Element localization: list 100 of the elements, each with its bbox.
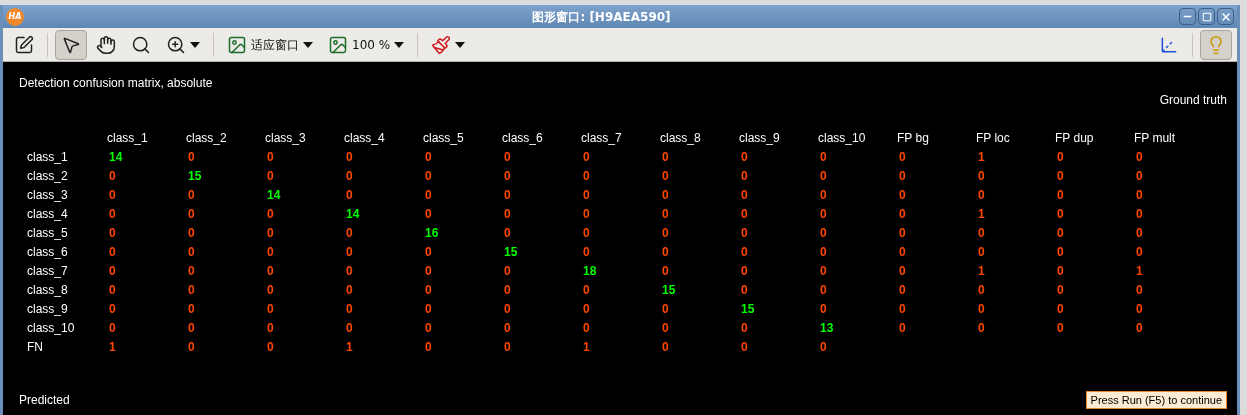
matrix-cell-text: 0 bbox=[661, 244, 669, 261]
matrix-cell-text: 0 bbox=[819, 263, 827, 280]
row-header: class_8 bbox=[27, 282, 68, 299]
matrix-cell-text: 0 bbox=[108, 168, 116, 185]
matrix-cell-text: 0 bbox=[898, 282, 906, 299]
matrix-cell-text: 0 bbox=[187, 244, 195, 261]
matrix-cell-text: 0 bbox=[187, 225, 195, 242]
maximize-button[interactable] bbox=[1198, 8, 1215, 25]
matrix-cell-text: 0 bbox=[187, 149, 195, 166]
matrix-cell-text: 0 bbox=[661, 301, 669, 318]
matrix-cell-text: 0 bbox=[740, 244, 748, 261]
matrix-cell-text: 0 bbox=[187, 320, 195, 337]
matrix-cell-text: 0 bbox=[108, 263, 116, 280]
app-logo: HA bbox=[6, 7, 24, 26]
caret-icon bbox=[303, 41, 313, 48]
matrix-cell-text: 0 bbox=[977, 301, 985, 318]
pen-square-icon bbox=[14, 34, 34, 55]
matrix-cell-text: 0 bbox=[1135, 187, 1143, 204]
matrix-cell-text: 0 bbox=[819, 206, 827, 223]
matrix-cell-text: 0 bbox=[1056, 168, 1064, 185]
matrix-cell-text: 0 bbox=[1056, 149, 1064, 166]
matrix-cell-text: 0 bbox=[898, 187, 906, 204]
caret-icon bbox=[394, 41, 405, 48]
matrix-cell-text: 0 bbox=[345, 301, 353, 318]
matrix-cell-text: 0 bbox=[819, 149, 827, 166]
column-header: FP bg bbox=[897, 130, 929, 147]
matrix-cell-text: 0 bbox=[424, 149, 432, 166]
matrix-cell-text: 0 bbox=[661, 149, 669, 166]
matrix-cell-text: 0 bbox=[1056, 187, 1064, 204]
continue-prompt: Press Run (F5) to continue bbox=[1085, 390, 1227, 409]
row-header: class_1 bbox=[27, 149, 68, 166]
matrix-cell-text: 0 bbox=[1056, 320, 1064, 337]
matrix-cell-text: 0 bbox=[582, 320, 590, 337]
matrix-cell-text: 0 bbox=[898, 244, 906, 261]
matrix-cell-text: 0 bbox=[424, 206, 432, 223]
matrix-cell-text: 0 bbox=[1135, 244, 1143, 261]
matrix-cell-text: 0 bbox=[503, 168, 511, 185]
matrix-cell-text: 0 bbox=[424, 320, 432, 337]
matrix-cell-text: 0 bbox=[661, 225, 669, 242]
matrix-cell-text: 0 bbox=[187, 206, 195, 223]
matrix-cell-text: 0 bbox=[740, 320, 748, 337]
matrix-cell-text: 0 bbox=[424, 187, 432, 204]
matrix-cell-text: 0 bbox=[1056, 225, 1064, 242]
matrix-cell-text: 0 bbox=[582, 301, 590, 318]
matrix-cell-text: 0 bbox=[503, 339, 511, 356]
matrix-cell-text: 0 bbox=[1056, 282, 1064, 299]
matrix-cell-text: 0 bbox=[1056, 206, 1064, 223]
matrix-cell-text: 0 bbox=[740, 168, 748, 185]
matrix-cell-text: 0 bbox=[503, 320, 511, 337]
hand-icon bbox=[96, 34, 116, 55]
matrix-cell-text: 0 bbox=[977, 225, 985, 242]
matrix-cell-text: 14 bbox=[108, 149, 123, 166]
matrix-cell-text: 0 bbox=[582, 187, 590, 204]
toolbar-button[interactable]: 适应窗口 bbox=[221, 29, 319, 60]
matrix-cell-text: 0 bbox=[898, 168, 906, 185]
row-header: class_4 bbox=[27, 206, 68, 223]
matrix-cell-text: 0 bbox=[108, 320, 116, 337]
matrix-cell-text: 0 bbox=[661, 187, 669, 204]
matrix-cell-text: 0 bbox=[898, 263, 906, 280]
matrix-cell-text: 0 bbox=[661, 339, 669, 356]
matrix-cell-text: 0 bbox=[898, 301, 906, 318]
row-header: class_3 bbox=[27, 187, 68, 204]
row-header: class_5 bbox=[27, 225, 68, 242]
matrix-cell-text: 0 bbox=[1135, 301, 1143, 318]
matrix-cell-text: 0 bbox=[1135, 168, 1143, 185]
matrix-cell-text: 0 bbox=[187, 282, 195, 299]
matrix-cell-text: 0 bbox=[898, 320, 906, 337]
row-header: class_7 bbox=[27, 263, 68, 280]
column-header: class_10 bbox=[818, 130, 866, 147]
close-button[interactable] bbox=[1217, 8, 1234, 25]
matrix-cell-text: 0 bbox=[503, 206, 511, 223]
matrix-cell-text: 0 bbox=[819, 282, 827, 299]
minimize-button[interactable] bbox=[1179, 8, 1196, 25]
toolbar-button[interactable] bbox=[55, 29, 87, 60]
matrix-cell-text: 0 bbox=[503, 149, 511, 166]
row-header: FN bbox=[27, 339, 43, 356]
matrix-cell-text: 0 bbox=[582, 206, 590, 223]
row-header: class_6 bbox=[27, 244, 68, 261]
matrix-cell-text: 0 bbox=[1056, 244, 1064, 261]
matrix-cell-text: 0 bbox=[740, 282, 748, 299]
matrix-cell-text: 1 bbox=[977, 149, 985, 166]
column-header: class_2 bbox=[186, 130, 227, 147]
matrix-cell-text: 0 bbox=[503, 301, 511, 318]
matrix-cell-text: 0 bbox=[108, 206, 116, 223]
matrix-cell-text: 0 bbox=[187, 187, 195, 204]
toolbar-button[interactable]: 100 % bbox=[322, 29, 411, 60]
matrix-cell-text: 13 bbox=[819, 320, 834, 337]
matrix-cell-text: 0 bbox=[266, 301, 274, 318]
matrix-cell-text: 0 bbox=[661, 206, 669, 223]
matrix-cell-text: 0 bbox=[266, 320, 274, 337]
matrix-cell-text: 0 bbox=[582, 149, 590, 166]
matrix-cell-text: 0 bbox=[1056, 263, 1064, 280]
matrix-cell-text: 14 bbox=[266, 187, 281, 204]
matrix-cell-text: 0 bbox=[345, 263, 353, 280]
column-header: class_3 bbox=[265, 130, 306, 147]
matrix-cell-text: 0 bbox=[266, 149, 274, 166]
matrix-cell-text: 1 bbox=[977, 206, 985, 223]
matrix-cell-text: 0 bbox=[108, 244, 116, 261]
window-title: 图形窗口: [H9AEA590] bbox=[531, 8, 672, 26]
matrix-cell-text: 0 bbox=[266, 244, 274, 261]
